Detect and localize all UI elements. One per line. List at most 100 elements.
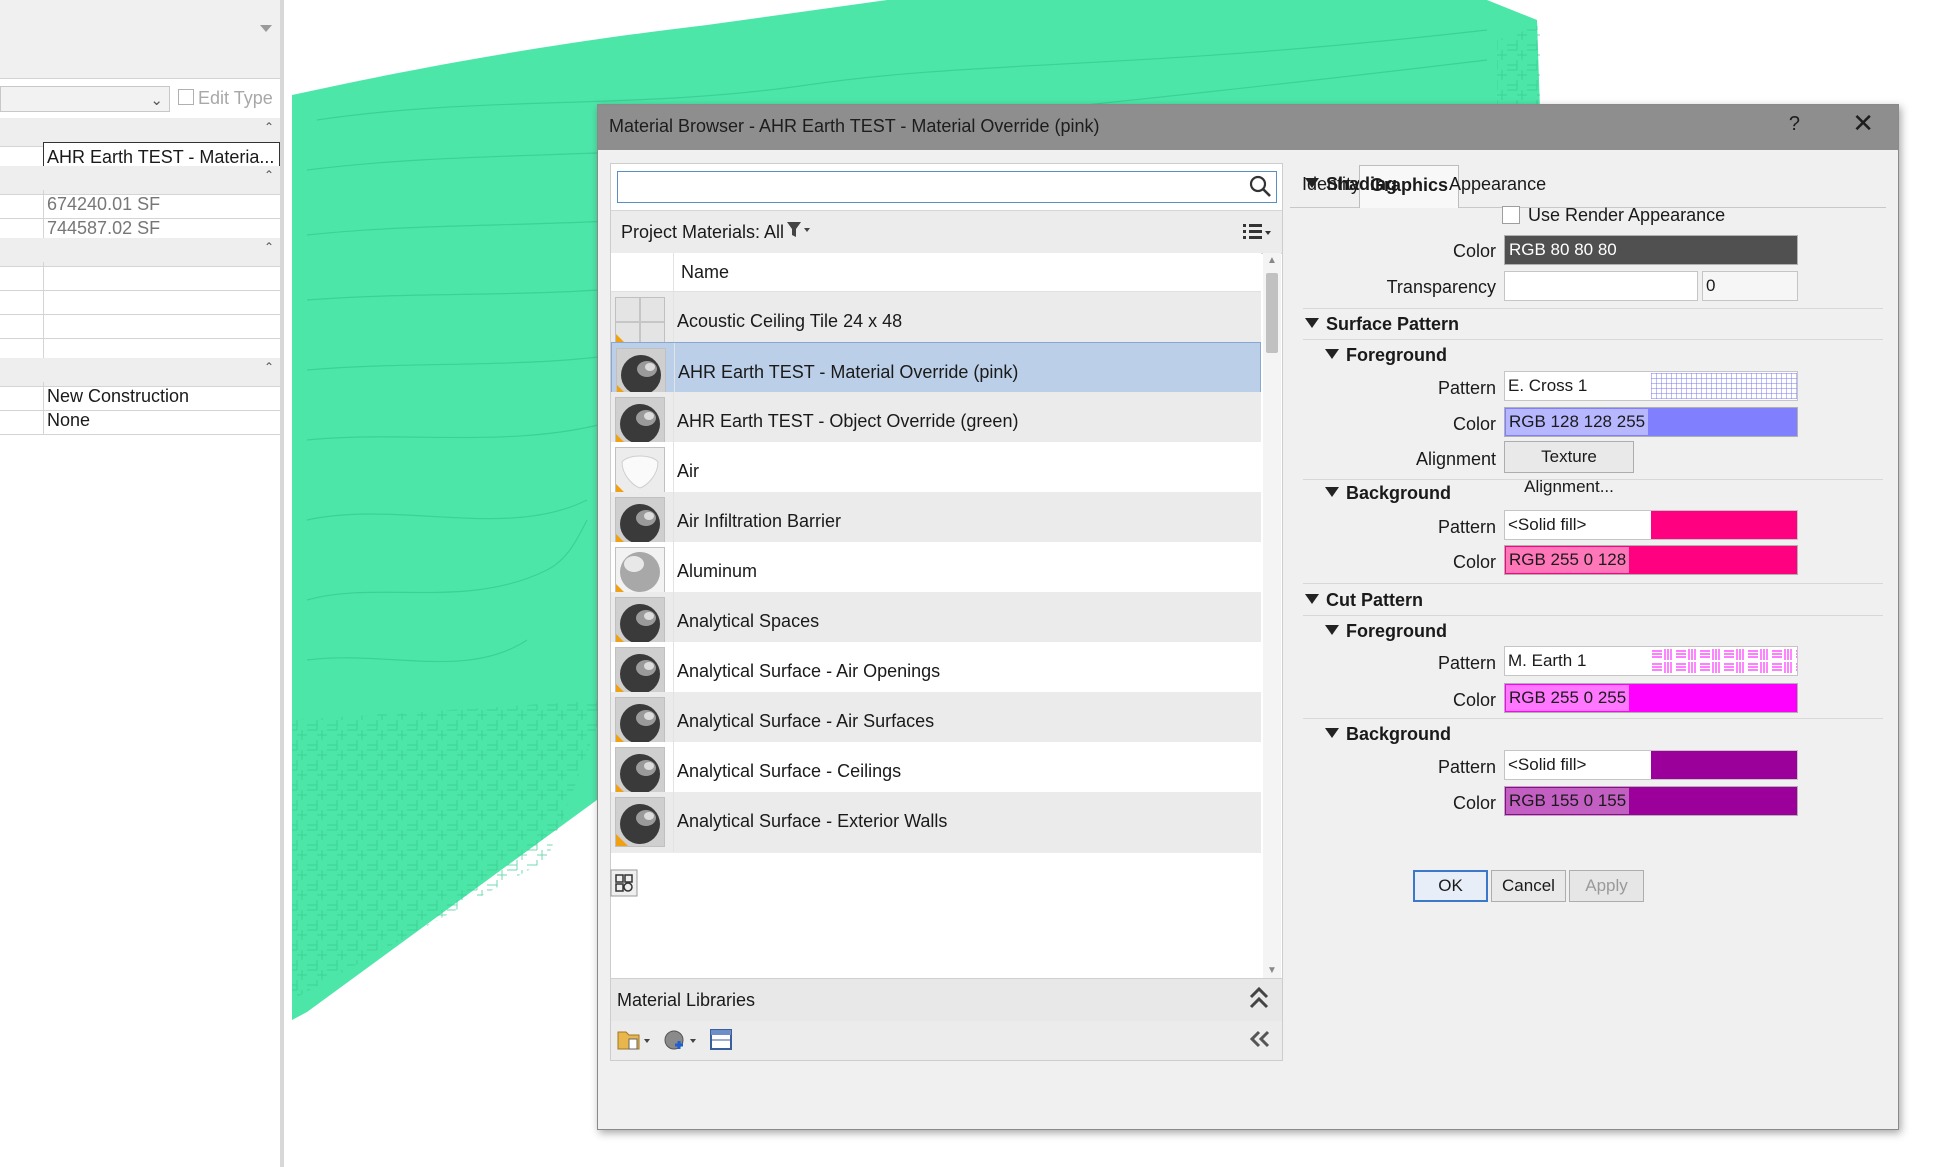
- collapse-arrow-icon: [1305, 594, 1319, 604]
- cut-fg-color-field[interactable]: RGB 255 0 255: [1504, 683, 1798, 713]
- surface-pattern-section-header[interactable]: Surface Pattern: [1305, 314, 1459, 335]
- cut-bg-color-field[interactable]: RGB 155 0 155: [1504, 786, 1798, 816]
- collapse-arrow-icon: [1325, 349, 1339, 359]
- scroll-up-icon[interactable]: ▲: [1267, 255, 1277, 266]
- collapse-group-icon[interactable]: ⌃: [264, 168, 274, 182]
- material-browser-dialog: Material Browser - AHR Earth TEST - Mate…: [597, 104, 1899, 1130]
- material-name: Aluminum: [677, 561, 758, 581]
- material-name: Analytical Surface - Air Openings: [677, 661, 941, 681]
- surface-bg-color-label: Color: [1452, 552, 1496, 572]
- collapse-group-icon[interactable]: ⌃: [264, 120, 274, 134]
- surface-fg-color-label: Color: [1452, 414, 1496, 434]
- texture-alignment-button[interactable]: Texture Alignment...: [1504, 441, 1634, 496]
- instance-filter-dropdown[interactable]: ⌄: [0, 86, 170, 112]
- search-icon[interactable]: [1248, 174, 1272, 198]
- create-material-icon[interactable]: [663, 1027, 697, 1053]
- sphere-dark-icon: [615, 397, 665, 447]
- sphere-dark-icon: [615, 497, 665, 547]
- material-name: Analytical Surface - Exterior Walls: [677, 811, 948, 831]
- shading-color-field[interactable]: RGB 80 80 80: [1504, 235, 1798, 265]
- search-input[interactable]: [617, 171, 1277, 203]
- material-name: Acoustic Ceiling Tile 24 x 48: [677, 311, 903, 331]
- grid-tile-icon: [615, 297, 665, 347]
- surface-background-header[interactable]: Background: [1325, 483, 1451, 504]
- property-value[interactable]: None: [43, 406, 280, 434]
- collapse-arrow-icon: [1325, 728, 1339, 738]
- open-library-folder-icon[interactable]: [617, 1027, 651, 1053]
- collapse-panel-icon[interactable]: [1248, 1029, 1272, 1049]
- sphere-dark-icon: [615, 597, 665, 647]
- collapse-arrow-icon: [1325, 487, 1339, 497]
- material-list: Acoustic Ceiling Tile 24 x 48 AHR Earth T…: [611, 292, 1261, 975]
- ok-button[interactable]: OK: [1413, 870, 1488, 902]
- cut-foreground-header[interactable]: Foreground: [1325, 621, 1447, 642]
- collapse-group-icon[interactable]: ⌃: [264, 240, 274, 254]
- collapse-group-icon[interactable]: ⌃: [264, 360, 274, 374]
- transparency-value-input[interactable]: 0: [1702, 271, 1798, 301]
- shading-section-header[interactable]: Shading: [1305, 174, 1397, 195]
- close-button[interactable]: ✕: [1852, 110, 1874, 136]
- cut-background-header[interactable]: Background: [1325, 724, 1451, 745]
- tab-appearance[interactable]: Appearance: [1439, 165, 1556, 206]
- chevron-down-icon: ⌄: [150, 92, 163, 109]
- use-render-appearance-label: Use Render Appearance: [1528, 205, 1726, 225]
- help-button[interactable]: ?: [1789, 113, 1800, 136]
- cross-hatch-pattern-preview: [1651, 373, 1797, 399]
- shading-color-label: Color: [1452, 241, 1496, 261]
- earth-hatch-pattern-preview: [1651, 648, 1797, 674]
- sphere-dark-icon: [615, 747, 665, 797]
- surface-bg-pattern-label: Pattern: [1437, 517, 1496, 537]
- apply-button[interactable]: Apply: [1569, 870, 1644, 902]
- material-list-scrollbar[interactable]: ▲ ▼: [1263, 253, 1281, 978]
- solid-fill-preview: [1651, 751, 1797, 779]
- surface-fg-pattern-label: Pattern: [1437, 378, 1496, 398]
- material-list-header: Name: [611, 253, 1261, 292]
- surface-foreground-header[interactable]: Foreground: [1325, 345, 1447, 366]
- scrollbar-thumb[interactable]: [1266, 273, 1278, 353]
- collapse-arrow-icon: [1305, 318, 1319, 328]
- cut-fg-color-label: Color: [1452, 690, 1496, 710]
- transparency-label: Transparency: [1386, 277, 1496, 297]
- material-name: Analytical Surface - Air Surfaces: [677, 711, 935, 731]
- project-materials-bar: Project Materials: All: [611, 210, 1282, 254]
- cut-fg-pattern-field[interactable]: M. Earth 1: [1504, 646, 1798, 676]
- sphere-dark-icon: [616, 348, 666, 398]
- dialog-titlebar[interactable]: Material Browser - AHR Earth TEST - Mate…: [598, 105, 1898, 150]
- sphere-dark-icon: [615, 697, 665, 747]
- asset-browser-icon[interactable]: [709, 1027, 735, 1053]
- name-column-header[interactable]: Name: [681, 262, 729, 283]
- dialog-title: Material Browser - AHR Earth TEST - Mate…: [609, 116, 1100, 136]
- material-name: AHR Earth TEST - Object Override (green): [677, 411, 1019, 431]
- sphere-dark-icon: [615, 647, 665, 697]
- collapse-arrow-icon: [1325, 625, 1339, 635]
- cut-bg-color-label: Color: [1452, 793, 1496, 813]
- material-name: Air Infiltration Barrier: [677, 511, 842, 531]
- surface-bg-pattern-field[interactable]: <Solid fill>: [1504, 510, 1798, 540]
- surface-fg-color-field[interactable]: RGB 128 128 255: [1504, 407, 1798, 437]
- cut-bg-pattern-field[interactable]: <Solid fill>: [1504, 750, 1798, 780]
- surface-bg-color-field[interactable]: RGB 255 0 128: [1504, 545, 1798, 575]
- cloud-icon: [615, 447, 665, 497]
- material-list-panel: Project Materials: All Name Acoustic Cei…: [610, 163, 1283, 1061]
- expand-libraries-icon[interactable]: [1248, 985, 1270, 1011]
- project-materials-filter-label[interactable]: Project Materials: All: [621, 222, 784, 243]
- solid-fill-preview: [1651, 511, 1797, 539]
- material-name: Analytical Surface - Ceilings: [677, 761, 902, 781]
- edit-type-button[interactable]: Edit Type: [178, 88, 273, 109]
- cut-pattern-section-header[interactable]: Cut Pattern: [1305, 590, 1423, 611]
- material-row[interactable]: Analytical Surface - Exterior Walls: [611, 792, 1261, 853]
- cut-fg-pattern-label: Pattern: [1437, 653, 1496, 673]
- type-selector[interactable]: [0, 0, 280, 79]
- dropdown-arrow-icon[interactable]: [260, 25, 272, 32]
- surface-fg-pattern-field[interactable]: E. Cross 1: [1504, 371, 1798, 401]
- material-editor-toggle-icon[interactable]: [610, 869, 638, 897]
- material-name: AHR Earth TEST - Material Override (pink…: [678, 362, 1019, 382]
- transparency-slider[interactable]: [1504, 271, 1698, 301]
- cancel-button[interactable]: Cancel: [1491, 870, 1566, 902]
- property-row[interactable]: None: [0, 406, 280, 435]
- scroll-down-icon[interactable]: ▼: [1267, 965, 1277, 976]
- material-libraries-bar[interactable]: Material Libraries: [611, 978, 1282, 1022]
- list-view-options-icon[interactable]: [1242, 222, 1272, 242]
- filter-icon[interactable]: [786, 220, 812, 240]
- use-render-appearance-checkbox[interactable]: [1502, 206, 1520, 224]
